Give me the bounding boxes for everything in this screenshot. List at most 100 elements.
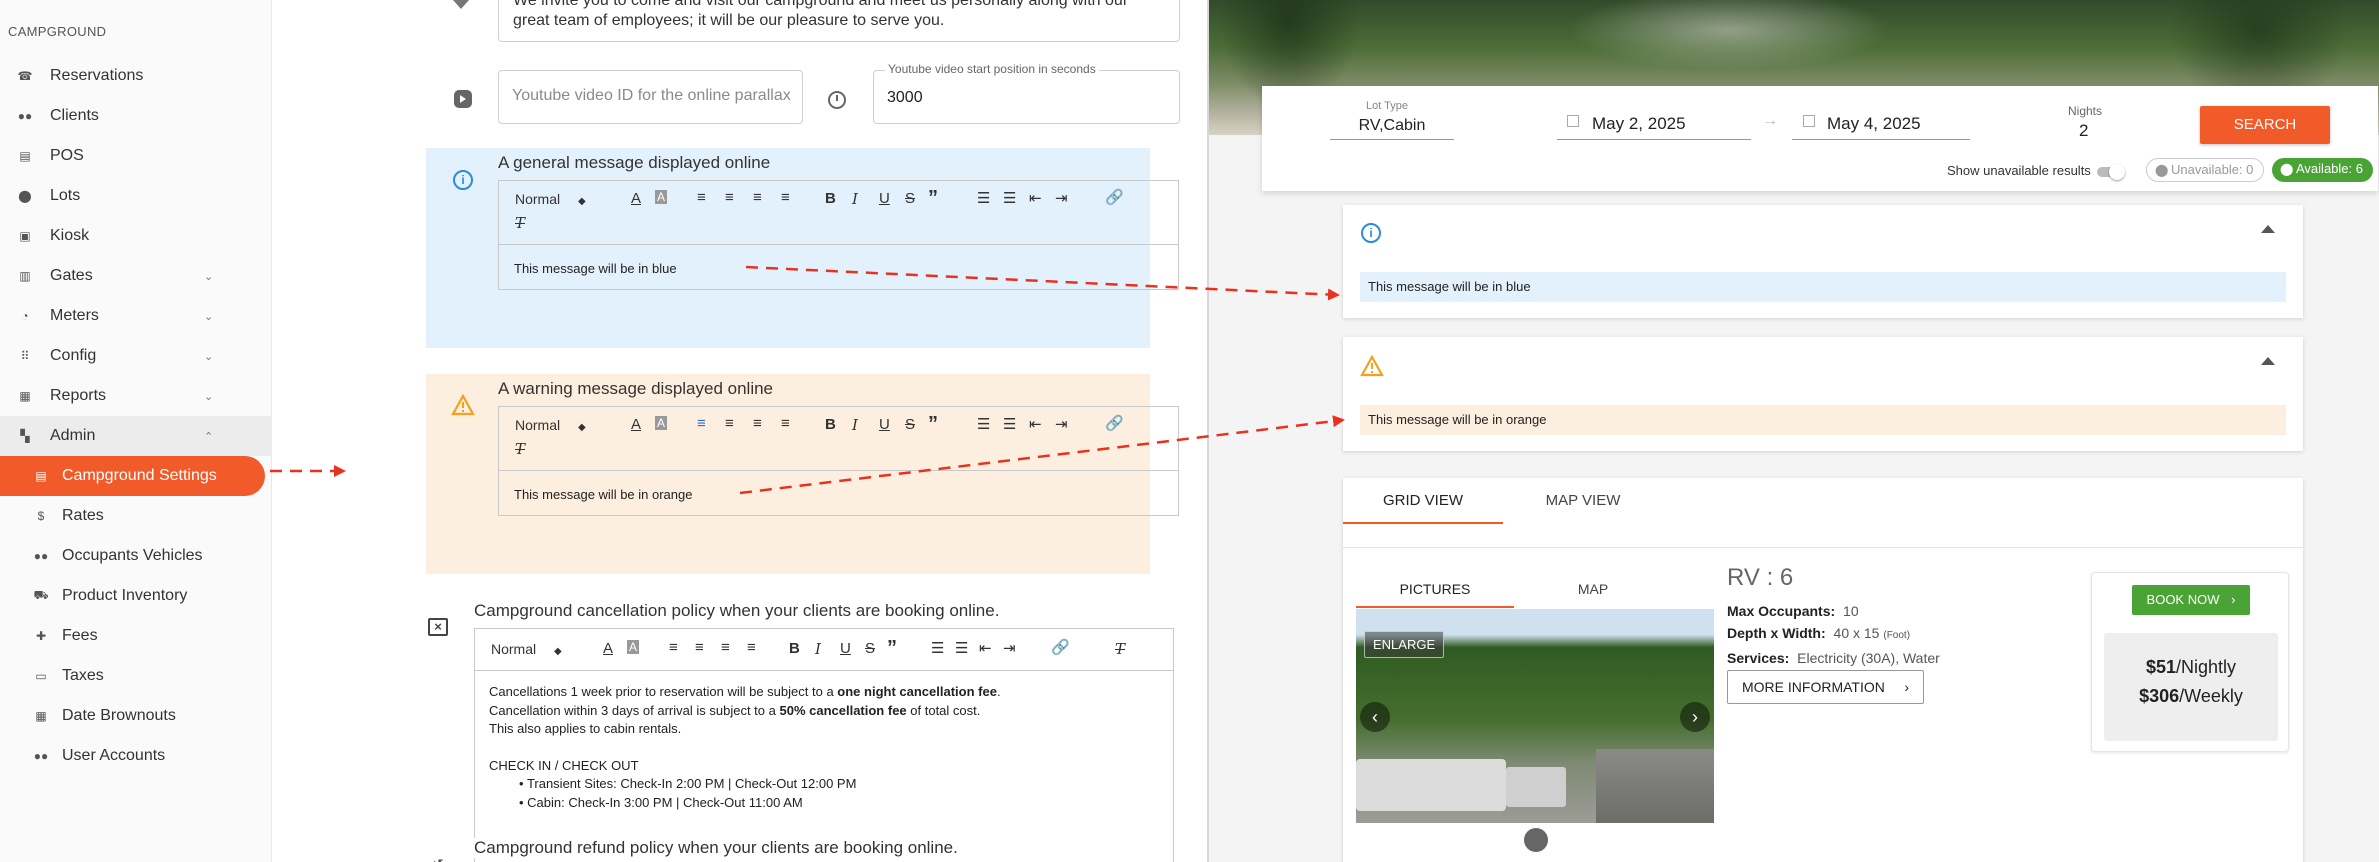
strike-icon[interactable]: S	[865, 640, 875, 657]
youtube-video-id-input[interactable]: Youtube video ID for the online parallax	[498, 70, 803, 124]
blockquote-icon[interactable]: ”	[928, 413, 938, 436]
clear-format-icon[interactable]: T	[1115, 640, 1125, 658]
underline-icon[interactable]: U	[879, 190, 890, 207]
align-right-icon[interactable]: ≡	[753, 415, 762, 432]
align-justify-icon[interactable]: ≡	[747, 639, 756, 656]
show-unavailable-toggle[interactable]	[2097, 164, 2125, 180]
text-color-icon[interactable]: A	[603, 640, 613, 657]
background-color-icon[interactable]: A	[655, 416, 668, 430]
sidebar-item-campground-settings[interactable]: ▤ Campground Settings	[0, 456, 265, 496]
outdent-icon[interactable]: ⇤	[1029, 189, 1042, 207]
format-select[interactable]: Normal ◆	[515, 417, 586, 433]
align-left-icon[interactable]: ≡	[697, 189, 706, 206]
outdent-icon[interactable]: ⇤	[979, 639, 992, 657]
text-color-icon[interactable]: A	[631, 416, 641, 433]
carousel-dot[interactable]	[1524, 828, 1548, 852]
italic-icon[interactable]: I	[852, 190, 858, 208]
sidebar-item-product-inventory[interactable]: ⛟ Product Inventory	[0, 576, 272, 616]
indent-icon[interactable]: ⇥	[1003, 639, 1016, 657]
underline-icon[interactable]: U	[840, 640, 851, 657]
cancellation-policy-editor[interactable]: Normal ◆ A A ≡ ≡ ≡ ≡ B I U S ” ☰ ☰ ⇤ ⇥ 🔗…	[474, 628, 1174, 862]
sidebar-item-config[interactable]: ⠿ Config ⌄	[0, 336, 272, 376]
sidebar-item-meters[interactable]: ◔ Meters ⌄	[0, 296, 272, 336]
link-icon[interactable]: 🔗	[1105, 188, 1124, 206]
more-information-button[interactable]: MORE INFORMATION ›	[1727, 670, 1924, 704]
bullet-list-icon[interactable]: ☰	[955, 639, 968, 657]
align-right-icon[interactable]: ≡	[753, 189, 762, 206]
format-select[interactable]: Normal ◆	[515, 191, 586, 207]
enlarge-button[interactable]: ENLARGE	[1364, 631, 1445, 658]
background-color-icon[interactable]: A	[655, 190, 668, 204]
sidebar-item-gates[interactable]: ▥ Gates ⌄	[0, 256, 272, 296]
carousel-next-icon[interactable]: ›	[1680, 702, 1710, 732]
bold-icon[interactable]: B	[825, 416, 836, 433]
ordered-list-icon[interactable]: ☰	[931, 639, 944, 657]
bold-icon[interactable]: B	[789, 640, 800, 657]
collapse-icon[interactable]	[2261, 225, 2275, 233]
sidebar-item-reports[interactable]: ▦ Reports ⌄	[0, 376, 272, 416]
align-left-icon[interactable]: ≡	[697, 415, 706, 432]
strike-icon[interactable]: S	[905, 190, 915, 207]
align-right-icon[interactable]: ≡	[721, 639, 730, 656]
sidebar-item-admin[interactable]: ▚ Admin ⌃	[0, 416, 272, 456]
sidebar-item-rates[interactable]: $ Rates	[0, 496, 272, 536]
unavailable-chip[interactable]: ⬤ Unavailable: 0	[2146, 158, 2265, 182]
search-button[interactable]: SEARCH	[2200, 106, 2330, 144]
sidebar-item-pos[interactable]: ▤ POS	[0, 136, 272, 176]
align-center-icon[interactable]: ≡	[695, 639, 704, 656]
italic-icon[interactable]: I	[852, 416, 858, 434]
sidebar-item-kiosk[interactable]: ▣ Kiosk	[0, 216, 272, 256]
indent-icon[interactable]: ⇥	[1055, 415, 1068, 433]
sidebar-item-fees[interactable]: ✚ Fees	[0, 616, 272, 656]
blockquote-icon[interactable]: ”	[887, 637, 897, 660]
align-justify-icon[interactable]: ≡	[781, 189, 790, 206]
sidebar-item-label: Rates	[62, 507, 104, 524]
sidebar-item-user-accounts[interactable]: ●● User Accounts	[0, 736, 272, 776]
bullet-list-icon[interactable]: ☰	[1003, 415, 1016, 433]
intro-textarea[interactable]: We invite you to come and visit our camp…	[498, 0, 1180, 42]
sidebar-item-lots[interactable]: ⬤ Lots	[0, 176, 272, 216]
indent-icon[interactable]: ⇥	[1055, 189, 1068, 207]
tab-pictures[interactable]: PICTURES	[1356, 570, 1514, 608]
align-center-icon[interactable]: ≡	[725, 415, 734, 432]
ordered-list-icon[interactable]: ☰	[977, 189, 990, 207]
book-now-button[interactable]: BOOK NOW ›	[2132, 585, 2250, 615]
tab-map[interactable]: MAP	[1514, 570, 1672, 608]
ordered-list-icon[interactable]: ☰	[977, 415, 990, 433]
text-color-icon[interactable]: A	[631, 190, 641, 207]
outdent-icon[interactable]: ⇤	[1029, 415, 1042, 433]
format-select[interactable]: Normal ◆	[491, 641, 562, 657]
sidebar-item-occupants-vehicles[interactable]: ●● Occupants Vehicles	[0, 536, 272, 576]
date-to-input[interactable]: May 4, 2025	[1792, 112, 1970, 140]
warning-message-editor[interactable]: Normal ◆ A A ≡ ≡ ≡ ≡ B I U S ” ☰ ☰ ⇤ ⇥ �	[498, 406, 1179, 516]
sidebar-item-reservations[interactable]: ☎ Reservations	[0, 56, 272, 96]
clear-format-icon[interactable]: T	[515, 214, 525, 232]
general-message-editor[interactable]: Normal ◆ A A ≡ ≡ ≡ ≡ B I U S ” ☰ ☰ ⇤ ⇥ �	[498, 180, 1179, 290]
link-icon[interactable]: 🔗	[1105, 414, 1124, 432]
bold-icon[interactable]: B	[825, 190, 836, 207]
strike-icon[interactable]: S	[905, 416, 915, 433]
background-color-icon[interactable]: A	[627, 640, 640, 654]
collapse-icon[interactable]	[2261, 357, 2275, 365]
tab-map-view[interactable]: MAP VIEW	[1503, 478, 1663, 524]
sidebar-item-date-brownouts[interactable]: ▦ Date Brownouts	[0, 696, 272, 736]
clear-format-icon[interactable]: T	[515, 440, 525, 458]
blockquote-icon[interactable]: ”	[928, 187, 938, 210]
align-left-icon[interactable]: ≡	[669, 639, 678, 656]
carousel-prev-icon[interactable]: ‹	[1360, 702, 1390, 732]
tab-grid-view[interactable]: GRID VIEW	[1343, 478, 1503, 524]
lot-type-select[interactable]: RV,Cabin	[1330, 114, 1454, 140]
chevron-up-icon: ⌃	[204, 430, 214, 443]
receipt-icon: ▭	[35, 669, 47, 683]
sidebar-item-clients[interactable]: ●● Clients	[0, 96, 272, 136]
align-justify-icon[interactable]: ≡	[781, 415, 790, 432]
italic-icon[interactable]: I	[815, 640, 821, 658]
date-from-input[interactable]: May 2, 2025	[1557, 112, 1751, 140]
available-chip[interactable]: ⬤ Available: 6	[2272, 158, 2373, 182]
align-center-icon[interactable]: ≡	[725, 189, 734, 206]
link-icon[interactable]: 🔗	[1051, 638, 1070, 656]
sidebar-item-taxes[interactable]: ▭ Taxes	[0, 656, 272, 696]
youtube-start-input[interactable]: 3000	[873, 70, 1180, 124]
underline-icon[interactable]: U	[879, 416, 890, 433]
bullet-list-icon[interactable]: ☰	[1003, 189, 1016, 207]
